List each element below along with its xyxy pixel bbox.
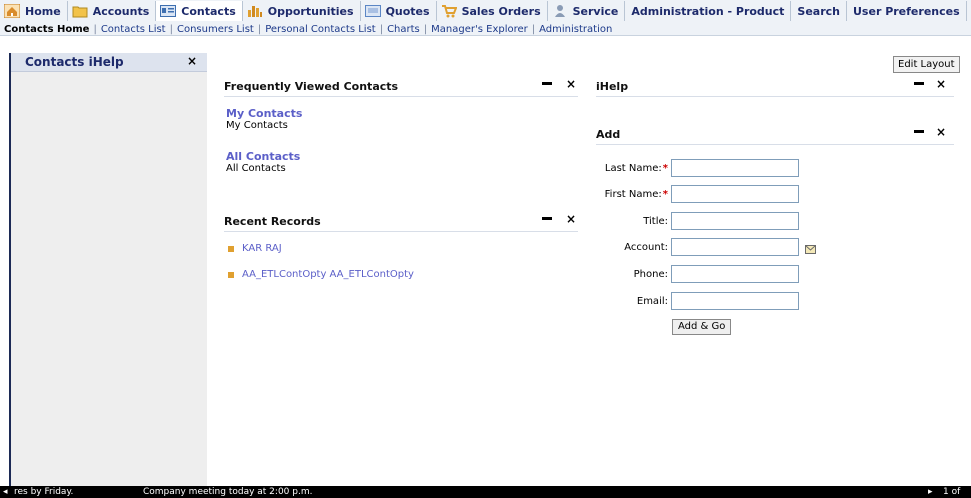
minimize-icon[interactable] [914, 82, 924, 85]
tab-accounts[interactable]: Accounts [68, 1, 157, 21]
recent-record-item[interactable]: AA_ETLContOpty AA_ETLContOpty [228, 269, 414, 280]
title-field[interactable] [671, 212, 799, 230]
account-label: Account: [624, 242, 668, 253]
add-and-go-button[interactable]: Add & Go [672, 319, 732, 335]
subnav-separator: | [257, 23, 262, 35]
email-field[interactable] [671, 292, 799, 310]
tab-opportunities[interactable]: Opportunities [243, 1, 361, 21]
close-icon[interactable]: × [566, 212, 576, 226]
tab-label: Accounts [92, 4, 150, 18]
tab-label: Contacts [181, 4, 236, 18]
tab-list: Home Accounts Contacts Opportunities Quo… [0, 0, 967, 22]
title-label: Title: [643, 216, 668, 227]
last-name-field[interactable] [671, 159, 799, 177]
ihelp-panel-header: Contacts iHelp × [11, 53, 207, 72]
frequent-contacts-header: Frequently Viewed Contacts × [224, 77, 578, 97]
all-contacts-description: All Contacts [226, 163, 286, 174]
subnav-separator: | [531, 23, 536, 35]
field-label-text: First Name: [604, 189, 662, 200]
tab-label: Service [572, 4, 619, 18]
tab-contacts[interactable]: Contacts [156, 1, 243, 21]
required-marker: * [662, 163, 668, 174]
sub-navigation: Contacts Home | Contacts List | Consumers … [4, 22, 612, 36]
subnav-separator: | [169, 23, 173, 35]
tab-user-preferences[interactable]: User Preferences [847, 1, 967, 21]
subnav-contacts-home[interactable]: Contacts Home [4, 24, 89, 35]
ihelp-panel-title: Contacts iHelp [25, 55, 124, 69]
tab-sales-orders[interactable]: Sales Orders [437, 1, 548, 21]
bar-chart-icon [247, 4, 263, 18]
home-icon [3, 3, 21, 19]
person-icon [552, 4, 568, 18]
ticker-page-indicator: 1 of [943, 487, 961, 497]
frequent-contacts-title: Frequently Viewed Contacts [224, 80, 399, 93]
tab-service[interactable]: Service [548, 1, 626, 21]
tab-label: Opportunities [267, 4, 354, 18]
minimize-icon[interactable] [914, 130, 924, 133]
recent-record-item[interactable]: KAR RAJ [228, 243, 282, 254]
tab-label: Quotes [385, 4, 430, 18]
folder-icon [72, 4, 88, 18]
tab-home[interactable]: Home [0, 1, 68, 21]
subnav-separator: | [379, 23, 384, 35]
my-contacts-link[interactable]: My Contacts [226, 107, 302, 120]
subnav-separator: | [93, 23, 97, 35]
subnav-administration[interactable]: Administration [539, 24, 612, 35]
minimize-icon[interactable] [542, 82, 552, 85]
close-icon[interactable]: × [566, 77, 576, 91]
first-name-field[interactable] [671, 185, 799, 203]
close-icon[interactable]: × [936, 77, 946, 91]
all-contacts-link[interactable]: All Contacts [226, 150, 300, 163]
scroll-left-icon[interactable]: ◂ [3, 486, 8, 498]
minimize-icon[interactable] [542, 217, 552, 220]
close-icon[interactable]: × [936, 125, 946, 139]
email-label: Email: [636, 296, 668, 307]
bullet-icon [228, 271, 234, 278]
scroll-right-icon[interactable]: ▸ [928, 486, 933, 498]
phone-field[interactable] [671, 265, 799, 283]
contact-card-icon [160, 4, 177, 18]
tab-label: Search [797, 4, 840, 18]
quote-icon [364, 4, 381, 18]
ihelp-header: iHelp × [596, 77, 954, 97]
cart-icon [441, 4, 458, 18]
message-ticker: ◂ res by Friday. Company meeting today a… [0, 486, 971, 498]
account-lookup-icon[interactable] [805, 244, 816, 254]
close-icon[interactable]: × [187, 54, 197, 68]
required-marker: * [662, 189, 668, 200]
recent-records-title: Recent Records [224, 215, 321, 228]
contacts-ihelp-panel: Contacts iHelp × [9, 53, 207, 486]
tab-label: Home [25, 4, 61, 18]
subnav-managers-explorer[interactable]: Manager's Explorer [431, 24, 528, 35]
add-header: Add × [596, 125, 954, 145]
subnav-separator: | [423, 23, 428, 35]
tab-bar: Home Accounts Contacts Opportunities Quo… [0, 0, 971, 36]
recent-record-label: AA_ETLContOpty AA_ETLContOpty [242, 269, 414, 280]
recent-records-header: Recent Records × [224, 212, 578, 232]
tab-administration-product[interactable]: Administration - Product [625, 1, 792, 21]
subnav-personal-contacts-list[interactable]: Personal Contacts List [265, 24, 375, 35]
field-label-text: Last Name: [604, 163, 662, 174]
edit-layout-button[interactable]: Edit Layout [893, 56, 960, 73]
bullet-icon [228, 245, 234, 252]
ticker-message: res by Friday. [14, 487, 74, 497]
first-name-label: First Name:* [598, 189, 668, 200]
tab-label: Sales Orders [461, 4, 541, 18]
subnav-consumers-list[interactable]: Consumers List [177, 24, 254, 35]
phone-label: Phone: [633, 269, 668, 280]
tab-label: User Preferences [853, 4, 960, 18]
recent-record-label: KAR RAJ [242, 243, 282, 254]
subnav-contacts-list[interactable]: Contacts List [101, 24, 166, 35]
tab-label: Administration - Product [631, 4, 785, 18]
last-name-label: Last Name:* [598, 163, 668, 174]
subnav-charts[interactable]: Charts [387, 24, 420, 35]
tab-quotes[interactable]: Quotes [361, 1, 437, 21]
tab-search[interactable]: Search [791, 1, 847, 21]
add-title: Add [596, 128, 621, 141]
ticker-message: Company meeting today at 2:00 p.m. [143, 487, 313, 497]
account-field[interactable] [671, 238, 799, 256]
my-contacts-description: My Contacts [226, 120, 288, 131]
ihelp-title: iHelp [596, 80, 629, 93]
